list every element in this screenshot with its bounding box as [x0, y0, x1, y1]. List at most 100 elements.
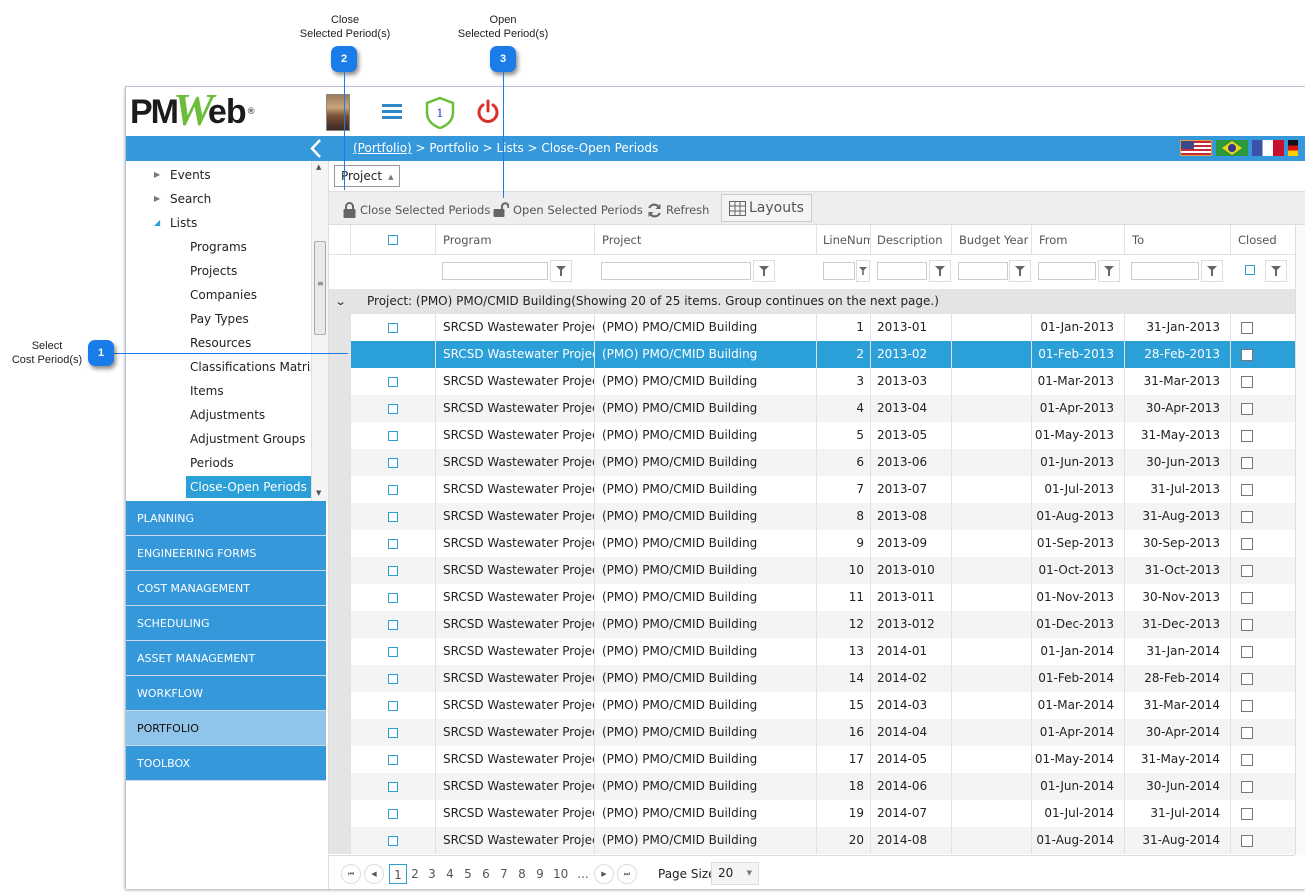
closed-filter-icon[interactable] — [1265, 260, 1287, 282]
table-row[interactable]: SRCSD Wastewater Projects (PMO) PMO/CMID … — [329, 503, 1295, 530]
prev-page-icon[interactable]: ◀ — [364, 864, 384, 884]
us-flag-icon[interactable] — [1180, 140, 1212, 156]
expand-arrow-icon[interactable]: ▶ — [154, 188, 160, 210]
collapse-sidebar-chevron-icon[interactable] — [309, 138, 325, 159]
module-planning[interactable]: PLANNING — [126, 501, 326, 536]
closed-checkbox[interactable] — [1241, 645, 1253, 658]
closed-checkbox[interactable] — [1241, 618, 1253, 631]
page-ellipsis[interactable]: ... — [577, 864, 589, 884]
breadcrumb-root-link[interactable]: (Portfolio) — [353, 141, 412, 155]
table-row[interactable]: SRCSD Wastewater Projects (PMO) PMO/CMID … — [329, 395, 1295, 422]
table-row[interactable]: SRCSD Wastewater Projects (PMO) PMO/CMID … — [329, 314, 1295, 341]
sidebar-tree-item[interactable]: Programs — [190, 236, 247, 258]
table-row[interactable]: SRCSD Wastewater Projects (PMO) PMO/CMID … — [329, 368, 1295, 395]
row-select-checkbox[interactable] — [388, 484, 398, 495]
column-header-linenum[interactable]: LineNum — [817, 225, 871, 254]
row-select-checkbox[interactable] — [388, 700, 398, 711]
row-select-checkbox[interactable] — [388, 376, 398, 387]
brazil-flag-icon[interactable] — [1216, 140, 1248, 156]
page-number[interactable]: 10 — [553, 864, 568, 884]
module-workflow[interactable]: WORKFLOW — [126, 676, 326, 711]
close-selected-periods-button[interactable]: Close Selected Periods — [343, 200, 490, 220]
sidebar-tree-item[interactable]: Resources — [190, 332, 251, 354]
closed-checkbox[interactable] — [1241, 834, 1253, 847]
sidebar-tree-item[interactable]: Adjustments — [190, 404, 265, 426]
closed-checkbox[interactable] — [1241, 456, 1253, 469]
table-row[interactable]: SRCSD Wastewater Projects (PMO) PMO/CMID … — [329, 449, 1295, 476]
linenum-filter-input[interactable] — [823, 262, 855, 280]
table-row[interactable]: SRCSD Wastewater Projects (PMO) PMO/CMID … — [329, 341, 1295, 368]
column-header-program[interactable]: Program — [436, 225, 595, 254]
description-filter-input[interactable] — [877, 262, 927, 280]
sidebar-tree-item[interactable]: Projects — [190, 260, 237, 282]
row-select-checkbox[interactable] — [388, 565, 398, 576]
sidebar-tree-item[interactable]: Adjustment Groups — [190, 428, 306, 450]
row-select-checkbox[interactable] — [388, 727, 398, 738]
closed-checkbox[interactable] — [1241, 483, 1253, 496]
page-number[interactable]: 9 — [534, 864, 546, 884]
page-number[interactable]: 7 — [498, 864, 510, 884]
layouts-button[interactable]: Layouts — [721, 194, 812, 222]
closed-checkbox[interactable] — [1241, 402, 1253, 415]
closed-checkbox[interactable] — [1241, 672, 1253, 685]
power-icon[interactable] — [476, 99, 500, 125]
collapse-group-chevron-icon[interactable]: ⌄ — [335, 289, 347, 314]
column-header-closed[interactable]: Closed — [1231, 225, 1295, 254]
hamburger-menu-icon[interactable] — [382, 104, 402, 120]
to-filter-input[interactable] — [1131, 262, 1199, 280]
column-header-project[interactable]: Project — [595, 225, 817, 254]
module-toolbox[interactable]: TOOLBOX — [126, 746, 326, 781]
closed-checkbox[interactable] — [1241, 375, 1253, 388]
page-number[interactable]: 1 — [389, 864, 407, 884]
sidebar-tree-item[interactable]: ▶ Events — [154, 164, 211, 186]
row-select-checkbox[interactable] — [388, 835, 398, 846]
page-number[interactable]: 6 — [480, 864, 492, 884]
table-row[interactable]: SRCSD Wastewater Projects (PMO) PMO/CMID … — [329, 719, 1295, 746]
closed-checkbox[interactable] — [1241, 510, 1253, 523]
select-all-checkbox[interactable] — [388, 235, 398, 245]
closed-checkbox[interactable] — [1241, 591, 1253, 604]
closed-filter-checkbox[interactable] — [1245, 265, 1255, 275]
module-engineering-forms[interactable]: ENGINEERING FORMS — [126, 536, 326, 571]
table-row[interactable]: SRCSD Wastewater Projects (PMO) PMO/CMID … — [329, 800, 1295, 827]
row-select-checkbox[interactable] — [388, 808, 398, 819]
closed-checkbox[interactable] — [1241, 753, 1253, 766]
shield-notification-icon[interactable]: 1 — [424, 96, 456, 129]
page-number[interactable]: 3 — [426, 864, 438, 884]
project-filter-icon[interactable] — [753, 260, 775, 282]
page-size-select[interactable]: 20 ▼ — [711, 862, 759, 885]
table-row[interactable]: SRCSD Wastewater Projects (PMO) PMO/CMID … — [329, 476, 1295, 503]
table-row[interactable]: SRCSD Wastewater Projects (PMO) PMO/CMID … — [329, 557, 1295, 584]
page-number[interactable]: 8 — [516, 864, 528, 884]
budget-year-filter-input[interactable] — [958, 262, 1008, 280]
table-row[interactable]: SRCSD Wastewater Projects (PMO) PMO/CMID … — [329, 611, 1295, 638]
row-select-checkbox[interactable] — [388, 430, 398, 441]
next-page-icon[interactable]: ▶ — [594, 864, 614, 884]
sidebar-tree-item[interactable]: Classifications Matrix — [190, 356, 312, 378]
sidebar-tree-item[interactable]: ◢ Lists — [154, 212, 197, 234]
row-select-checkbox[interactable] — [388, 592, 398, 603]
scrollbar-thumb[interactable]: ≡ — [314, 241, 326, 335]
table-row[interactable]: SRCSD Wastewater Projects (PMO) PMO/CMID … — [329, 746, 1295, 773]
row-select-checkbox[interactable] — [388, 619, 398, 630]
row-select-checkbox[interactable] — [388, 781, 398, 792]
table-row[interactable]: SRCSD Wastewater Projects (PMO) PMO/CMID … — [329, 530, 1295, 557]
sidebar-tree-item[interactable]: Items — [190, 380, 224, 402]
sidebar-tree-item[interactable]: Close-Open Periods — [186, 476, 311, 498]
collapse-arrow-icon[interactable]: ◢ — [154, 212, 160, 234]
first-page-icon[interactable]: ⏮ — [341, 864, 361, 884]
row-select-checkbox[interactable] — [388, 754, 398, 765]
project-filter-input[interactable] — [601, 262, 751, 280]
expand-arrow-icon[interactable]: ▶ — [154, 164, 160, 186]
row-select-checkbox[interactable] — [388, 646, 398, 657]
row-select-checkbox[interactable] — [388, 457, 398, 468]
module-asset-management[interactable]: ASSET MANAGEMENT — [126, 641, 326, 676]
sidebar-scrollbar[interactable]: ▲ ≡ ▼ — [311, 161, 328, 501]
france-flag-icon[interactable] — [1252, 140, 1284, 156]
budget-year-filter-icon[interactable] — [1009, 260, 1031, 282]
grid-scrollbar[interactable] — [1295, 225, 1305, 855]
column-header-budget-year[interactable]: Budget Year — [952, 225, 1032, 254]
closed-checkbox[interactable] — [1241, 780, 1253, 793]
page-number[interactable]: 4 — [444, 864, 456, 884]
closed-checkbox[interactable] — [1241, 321, 1253, 334]
